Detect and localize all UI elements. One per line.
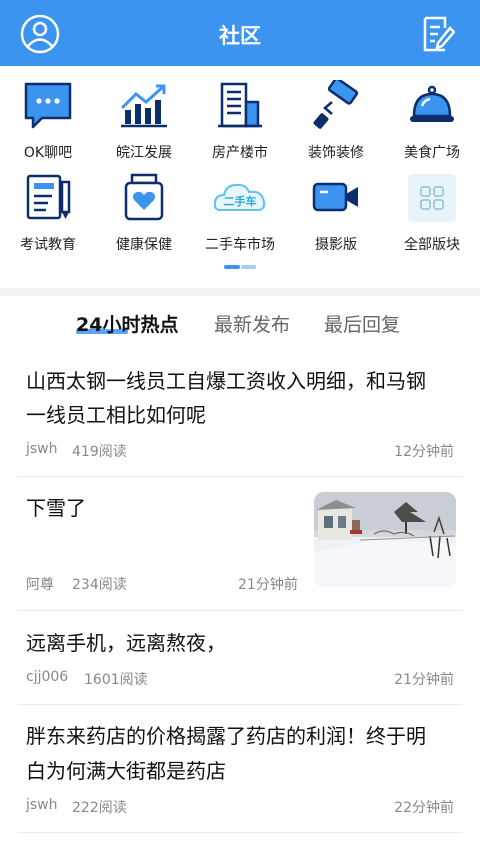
page-indicator-active bbox=[224, 265, 240, 269]
top-bar: 社区 bbox=[0, 0, 480, 66]
page-indicator-inactive bbox=[241, 265, 256, 269]
category-label: 二手车市场 bbox=[205, 237, 275, 253]
food-cloche-icon bbox=[410, 85, 454, 122]
post-author[interactable]: cjj006 bbox=[26, 669, 68, 685]
section-divider bbox=[0, 288, 480, 296]
post-title[interactable]: 下雪了 bbox=[26, 490, 86, 526]
tab-last-reply[interactable]: 最后回复 bbox=[324, 310, 400, 337]
category-label: 装饰装修 bbox=[308, 145, 364, 161]
category-exam-education[interactable]: 考试教育 bbox=[0, 162, 96, 253]
category-label: 房产楼市 bbox=[212, 145, 268, 161]
post-title[interactable]: 远离手机，远离熬夜， bbox=[26, 625, 226, 661]
category-used-car-market[interactable]: 二手车 二手车市场 bbox=[192, 162, 288, 253]
post-time: 21分钟前 bbox=[394, 672, 454, 688]
post-time: 12分钟前 bbox=[394, 444, 454, 460]
category-food-plaza[interactable]: 美食广场 bbox=[384, 70, 480, 161]
category-all-sections[interactable]: 全部版块 bbox=[384, 162, 480, 253]
post-thumbnail-snow-photo[interactable] bbox=[314, 492, 456, 587]
category-label: 摄影版 bbox=[315, 237, 357, 253]
category-health-care[interactable]: 健康保健 bbox=[96, 162, 192, 253]
tab-latest-posts[interactable]: 最新发布 bbox=[214, 310, 290, 337]
category-photography[interactable]: 摄影版 bbox=[288, 162, 384, 253]
page-indicator bbox=[224, 265, 256, 269]
all-sections-grid-icon bbox=[408, 174, 456, 222]
car-icon-text: 二手车 bbox=[224, 194, 257, 208]
post-author[interactable]: jswh bbox=[26, 441, 58, 457]
category-label: OK聊吧 bbox=[23, 145, 73, 161]
post-title-continued[interactable]: 白为何满大街都是药店 bbox=[26, 753, 226, 789]
category-label: 美食广场 bbox=[404, 145, 460, 161]
health-jar-icon bbox=[124, 173, 164, 221]
post-time: 21分钟前 bbox=[238, 577, 298, 593]
post-read-count: 1601阅读 bbox=[84, 672, 148, 688]
post-title-continued[interactable]: 一线员工相比如何呢 bbox=[26, 397, 206, 433]
post-author[interactable]: 阿尊 bbox=[26, 574, 54, 594]
category-ok-chat[interactable]: OK聊吧 bbox=[0, 70, 96, 161]
second-hand-car-icon: 二手车 bbox=[214, 183, 266, 211]
category-label: 健康保健 bbox=[116, 237, 172, 253]
list-divider bbox=[18, 476, 462, 477]
post-read-count: 234阅读 bbox=[72, 577, 127, 593]
post-title[interactable]: 山西太钢一线员工自爆工资收入明细，和马钢 bbox=[26, 363, 426, 399]
list-divider bbox=[18, 704, 462, 705]
exam-notebook-icon bbox=[26, 174, 71, 220]
post-author[interactable]: jswh bbox=[26, 797, 58, 813]
page-title: 社区 bbox=[219, 24, 261, 48]
category-label: 皖江发展 bbox=[116, 145, 172, 161]
list-divider bbox=[18, 832, 462, 833]
video-camera-icon bbox=[312, 182, 358, 212]
list-divider bbox=[18, 610, 462, 611]
category-real-estate[interactable]: 房产楼市 bbox=[192, 70, 288, 161]
chat-bubble-icon bbox=[24, 82, 72, 129]
post-time: 22分钟前 bbox=[394, 800, 454, 816]
category-label: 考试教育 bbox=[20, 237, 76, 253]
category-grid: OK聊吧 皖江发展 房产楼市 装饰装修 美食广场 考试教育 健康保健 二手车 二… bbox=[0, 66, 480, 288]
category-label: 全部版块 bbox=[404, 237, 460, 253]
building-icon bbox=[218, 82, 262, 128]
post-read-count: 222阅读 bbox=[72, 800, 127, 816]
category-wanjiang-development[interactable]: 皖江发展 bbox=[96, 70, 192, 161]
post-title[interactable]: 胖东来药店的价格揭露了药店的利润！终于明 bbox=[26, 718, 426, 754]
paint-roller-icon bbox=[313, 80, 359, 129]
growth-chart-icon bbox=[120, 84, 167, 128]
category-decoration[interactable]: 装饰装修 bbox=[288, 70, 384, 161]
post-read-count: 419阅读 bbox=[72, 444, 127, 460]
compose-post-icon[interactable] bbox=[421, 14, 455, 54]
tab-24h-hot[interactable]: 24小时热点 bbox=[76, 310, 178, 337]
